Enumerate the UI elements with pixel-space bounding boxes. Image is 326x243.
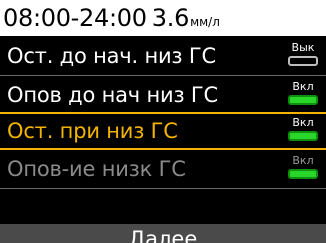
toggle-indicator (288, 56, 318, 66)
toggle-indicator (288, 131, 318, 141)
header-bar: 08:00-24:00 3.6мм/л (0, 0, 326, 36)
toggle-switch[interactable]: Вкл (286, 154, 320, 182)
pump-screen: 08:00-24:00 3.6мм/л Ост. до нач. низ ГС … (0, 0, 326, 243)
toggle-state-label: Вкл (292, 116, 314, 129)
setting-label: Ост. при низ ГС (7, 119, 178, 143)
glucose-value: 3.6 (151, 4, 190, 32)
toggle-switch[interactable]: Вкл (286, 116, 320, 144)
next-button-label: Далее (128, 227, 198, 243)
setting-row-alert-on-low[interactable]: Опов-ие низк ГС Вкл (0, 150, 326, 188)
setting-label: Ост. до нач. низ ГС (7, 44, 216, 68)
setting-label: Опов до нач низ ГС (7, 83, 218, 107)
toggle-state-label: Вкл (292, 80, 314, 93)
toggle-state-label: Вык (291, 41, 315, 54)
setting-row-alert-before-low[interactable]: Опов до нач низ ГС Вкл (0, 76, 326, 114)
toggle-indicator (288, 169, 318, 179)
setting-row-stop-before-low[interactable]: Ост. до нач. низ ГС Вык (0, 37, 326, 75)
toggle-switch[interactable]: Вык (286, 41, 320, 69)
toggle-state-label: Вкл (292, 154, 314, 167)
setting-row-stop-on-low[interactable]: Ост. при низ ГС Вкл (0, 112, 326, 150)
time-range: 08:00-24:00 (3, 4, 147, 32)
toggle-switch[interactable]: Вкл (286, 80, 320, 108)
next-button[interactable]: Далее (0, 224, 326, 243)
glucose-unit: мм/л (190, 15, 220, 29)
toggle-indicator (288, 95, 318, 105)
divider (0, 188, 326, 189)
setting-label: Опов-ие низк ГС (7, 157, 186, 181)
